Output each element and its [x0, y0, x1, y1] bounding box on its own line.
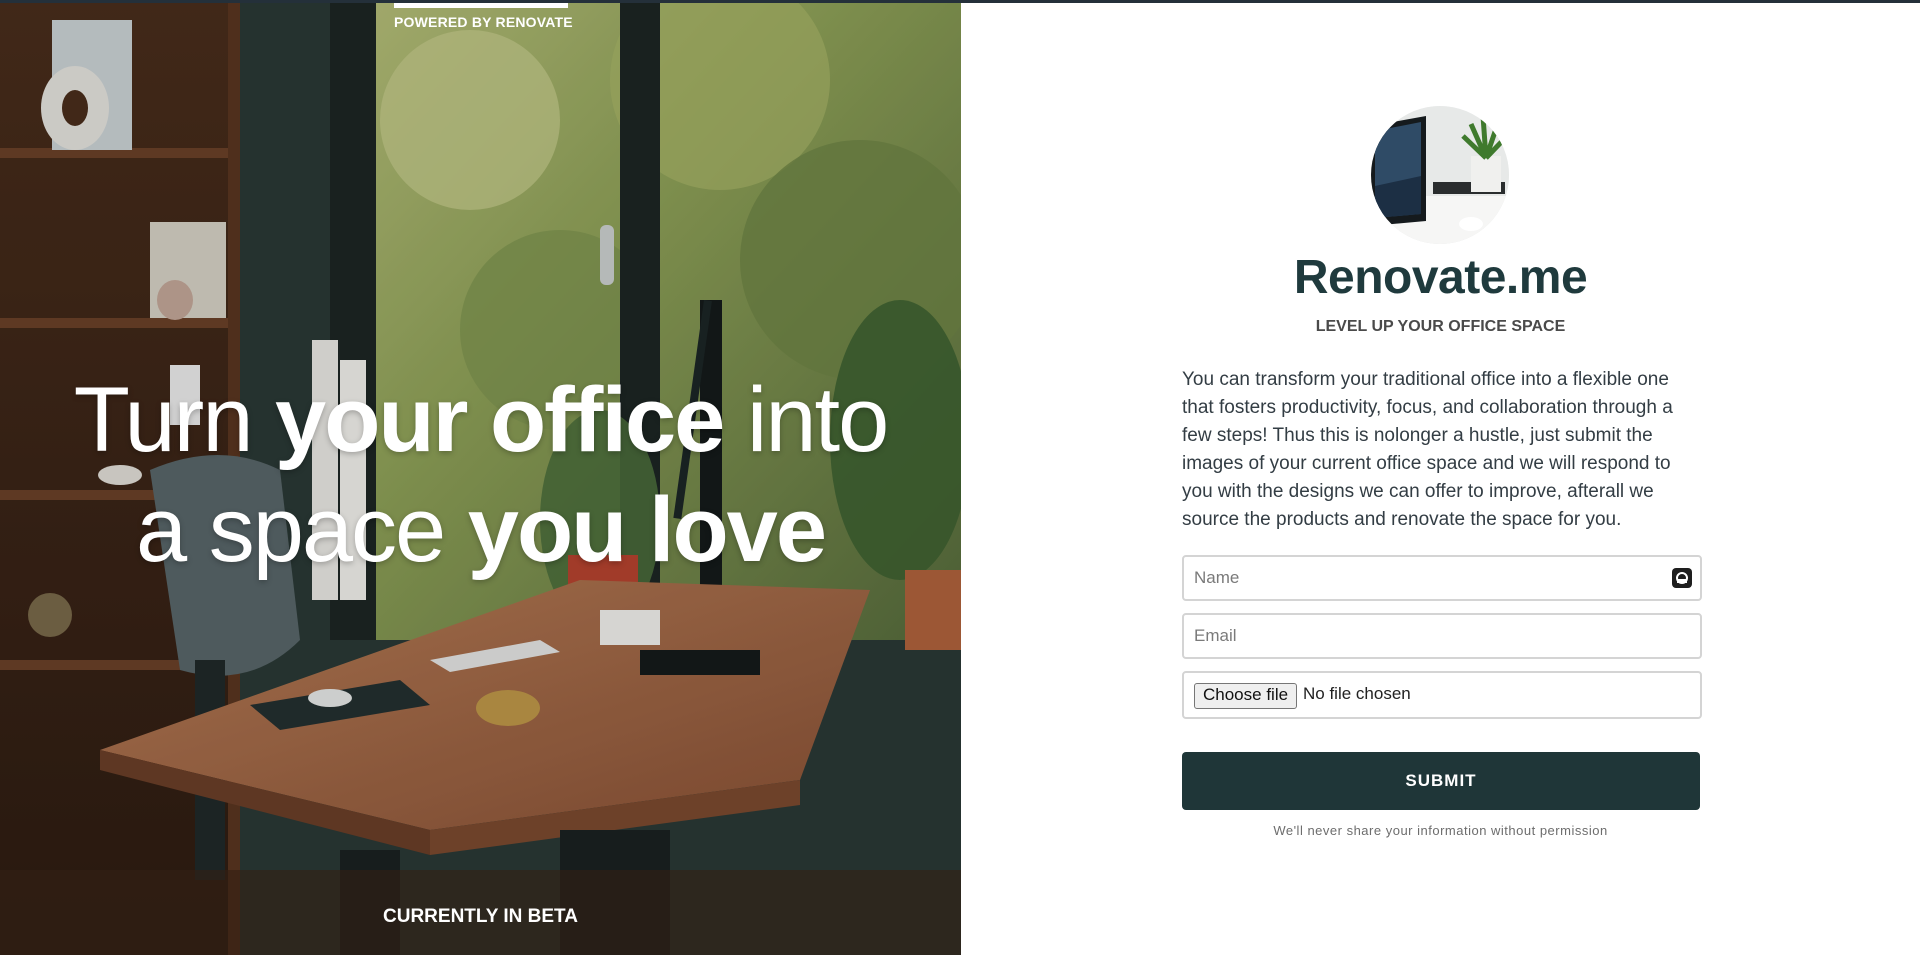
powered-by-label: POWERED BY RENOVATE — [394, 14, 573, 30]
headline-word: into — [723, 369, 889, 471]
privacy-note: We'll never share your information witho… — [1273, 823, 1608, 838]
headline-word: a space — [135, 479, 468, 581]
brand-avatar — [1371, 106, 1509, 244]
hero-section: POWERED BY RENOVATE Turn your office int… — [0, 0, 961, 955]
signup-panel: Renovate.me LEVEL UP YOUR OFFICE SPACE Y… — [961, 0, 1920, 955]
powered-underline — [394, 3, 568, 8]
name-input[interactable] — [1184, 557, 1664, 599]
headline-emphasis: you love — [467, 479, 827, 581]
password-manager-icon[interactable] — [1672, 568, 1692, 588]
headline-emphasis: your office — [275, 369, 725, 471]
email-input[interactable] — [1184, 615, 1664, 657]
headline-word: Turn — [73, 369, 276, 471]
file-status-text: No file chosen — [1303, 684, 1411, 703]
brand-tagline: LEVEL UP YOUR OFFICE SPACE — [1315, 318, 1566, 335]
file-field-wrapper: Choose file No file chosen — [1182, 671, 1702, 719]
desk-photo-icon — [1371, 106, 1509, 244]
name-field-wrapper — [1182, 555, 1702, 601]
email-field-wrapper — [1182, 613, 1702, 659]
beta-label: CURRENTLY IN BETA — [383, 906, 578, 927]
submit-button[interactable]: SUBMIT — [1182, 752, 1700, 810]
hero-headline: Turn your office into a space you love — [0, 365, 961, 585]
intro-description: You can transform your traditional offic… — [1182, 369, 1673, 530]
choose-file-button[interactable]: Choose file — [1194, 683, 1298, 709]
brand-name: Renovate.me — [1293, 251, 1588, 304]
top-border — [0, 0, 1920, 3]
